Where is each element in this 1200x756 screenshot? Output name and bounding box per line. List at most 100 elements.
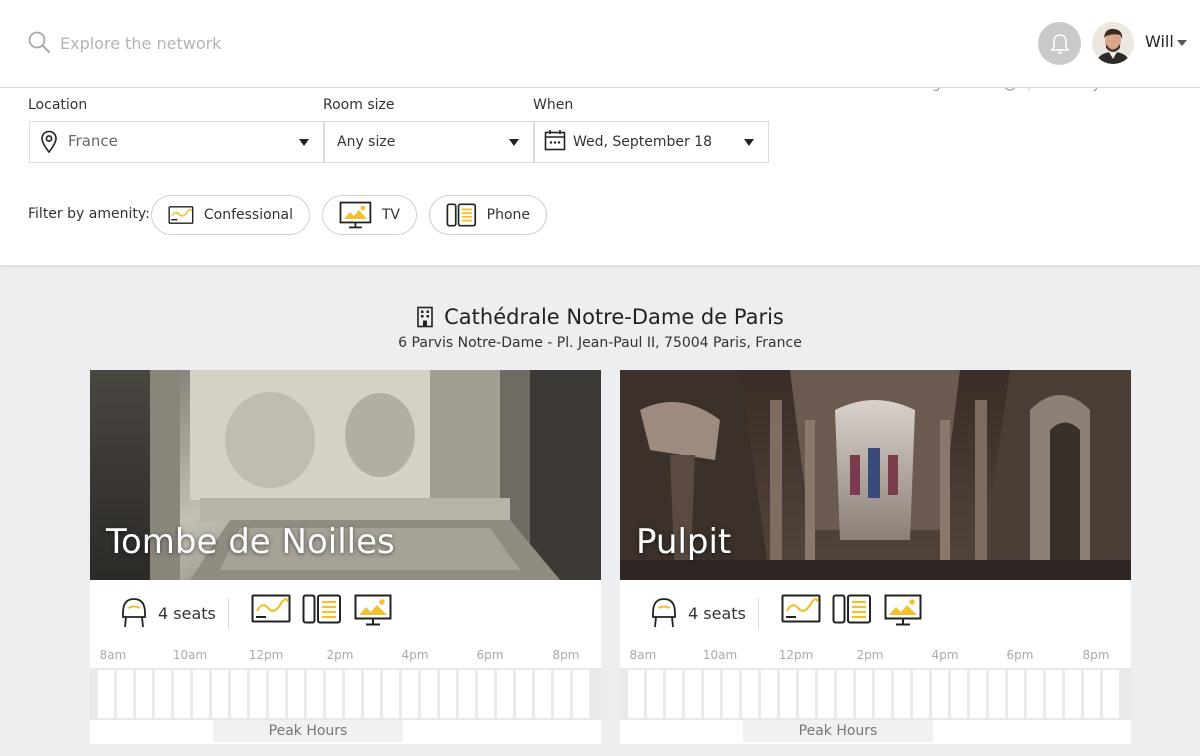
time-slot[interactable] (742, 670, 758, 718)
phone-icon (302, 594, 341, 624)
user-menu-name[interactable]: Will (1145, 32, 1174, 51)
peak-hours-label: Peak Hours (213, 720, 403, 742)
room-card-pulpit[interactable]: Pulpit 4 seats 8am 10am 12pm 2pm 4pm 6pm… (620, 370, 1131, 744)
time-slot[interactable] (288, 670, 304, 718)
amenity-chip-confessional[interactable]: Confessional (151, 195, 310, 235)
location-select[interactable]: France (29, 121, 324, 163)
time-slot[interactable] (459, 670, 475, 718)
time-slot[interactable] (117, 670, 133, 718)
amenity-chip-phone[interactable]: Phone (429, 195, 547, 235)
availability-timeline[interactable] (620, 668, 1131, 720)
building-icon (417, 306, 433, 328)
time-slot[interactable] (932, 670, 948, 718)
room-card-tombe-de-noilles[interactable]: Tombe de Noilles 4 seats 8am 10am 12pm 2… (90, 370, 601, 744)
hour-label: 4pm (931, 648, 959, 662)
location-label: Location (28, 97, 88, 113)
venue-name[interactable]: Cathédrale Notre-Dame de Paris (444, 305, 784, 329)
availability-timeline[interactable] (90, 668, 601, 720)
time-slot[interactable] (250, 670, 266, 718)
room-photo[interactable]: Pulpit (620, 370, 1131, 580)
hour-label: 8pm (552, 648, 580, 662)
time-slot[interactable] (761, 670, 777, 718)
avatar[interactable] (1092, 22, 1134, 64)
time-slot[interactable] (497, 670, 513, 718)
time-slot[interactable] (269, 670, 285, 718)
time-slot[interactable] (951, 670, 967, 718)
chevron-down-icon (744, 139, 754, 146)
notifications-button[interactable] (1038, 22, 1081, 65)
time-slot[interactable] (383, 670, 399, 718)
time-slot[interactable] (1065, 670, 1081, 718)
room-name[interactable]: Pulpit (636, 522, 731, 562)
time-slot[interactable] (704, 670, 720, 718)
time-slot[interactable] (1027, 670, 1043, 718)
time-slot[interactable] (913, 670, 929, 718)
date-select[interactable]: Wed, September 18 (534, 121, 769, 163)
time-slot[interactable] (155, 670, 171, 718)
time-slot[interactable] (647, 670, 663, 718)
tv-icon (884, 594, 922, 626)
time-slot[interactable] (1046, 670, 1062, 718)
room-meta: 4 seats (620, 580, 1131, 644)
timeline-hour-labels: 8am 10am 12pm 2pm 4pm 6pm 8pm (620, 648, 1131, 664)
time-slot[interactable] (628, 670, 644, 718)
time-slot[interactable] (478, 670, 494, 718)
time-slot[interactable] (573, 670, 589, 718)
time-slot[interactable] (685, 670, 701, 718)
amenity-chip-tv[interactable]: TV (322, 195, 417, 235)
time-slot[interactable] (799, 670, 815, 718)
seat-icon (652, 598, 676, 628)
location-value: France (68, 132, 118, 150)
time-slot[interactable] (402, 670, 418, 718)
time-slot[interactable] (535, 670, 551, 718)
time-slot[interactable] (723, 670, 739, 718)
time-slot[interactable] (326, 670, 342, 718)
time-slot[interactable] (1103, 670, 1119, 718)
hour-label: 8am (629, 648, 657, 662)
hour-label: 6pm (1006, 648, 1034, 662)
time-slot[interactable] (894, 670, 910, 718)
time-slot[interactable] (818, 670, 834, 718)
chevron-down-icon (509, 139, 519, 146)
search-input[interactable] (60, 26, 560, 60)
time-slot[interactable] (970, 670, 986, 718)
amenity-chip-label: Confessional (203, 207, 293, 223)
time-slot[interactable] (421, 670, 437, 718)
time-slot[interactable] (856, 670, 872, 718)
time-slot[interactable] (989, 670, 1005, 718)
confessional-icon (251, 594, 291, 623)
time-slot[interactable] (875, 670, 891, 718)
divider (758, 598, 759, 630)
confessional-icon (781, 594, 821, 623)
time-slot[interactable] (136, 670, 152, 718)
time-slot[interactable] (1084, 670, 1100, 718)
time-slot[interactable] (307, 670, 323, 718)
time-slot[interactable] (516, 670, 532, 718)
hour-label: 6pm (476, 648, 504, 662)
time-slot[interactable] (440, 670, 456, 718)
time-slot[interactable] (212, 670, 228, 718)
time-slot[interactable] (1008, 670, 1024, 718)
time-slot[interactable] (837, 670, 853, 718)
chevron-down-icon[interactable] (1177, 40, 1187, 46)
calendar-icon (544, 130, 566, 151)
time-slot[interactable] (193, 670, 209, 718)
time-slot[interactable] (345, 670, 361, 718)
chevron-down-icon (299, 139, 309, 146)
time-slot[interactable] (780, 670, 796, 718)
time-slot[interactable] (231, 670, 247, 718)
room-name[interactable]: Tombe de Noilles (106, 522, 395, 562)
phone-icon (446, 203, 477, 227)
time-slot[interactable] (364, 670, 380, 718)
room-size-select[interactable]: Any size (324, 121, 534, 163)
room-photo[interactable]: Tombe de Noilles (90, 370, 601, 580)
amenity-filter-label: Filter by amenity: (28, 206, 150, 222)
top-bar: Will (0, 0, 1200, 88)
time-slot[interactable] (98, 670, 114, 718)
time-slot[interactable] (666, 670, 682, 718)
time-slot[interactable] (174, 670, 190, 718)
seat-count: 4 seats (158, 604, 216, 623)
confessional-icon (168, 206, 194, 224)
filter-panel: 30 remaining credits | View my reservati… (0, 76, 1200, 265)
time-slot[interactable] (554, 670, 570, 718)
